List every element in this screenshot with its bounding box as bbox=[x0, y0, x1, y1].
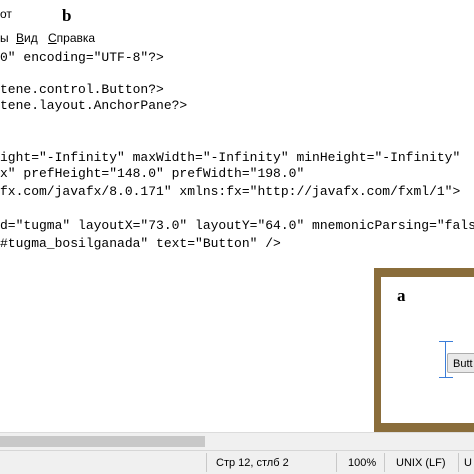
anchor-guide-left bbox=[445, 341, 446, 378]
status-separator bbox=[206, 453, 207, 472]
figure-label-b: b bbox=[62, 6, 72, 25]
horizontal-scrollbar[interactable] bbox=[0, 432, 474, 450]
status-bar: Стр 12, стлб 2 100% UNIX (LF) U bbox=[0, 450, 474, 474]
preview-button[interactable]: Butt bbox=[447, 353, 474, 373]
status-separator bbox=[458, 453, 459, 472]
status-encoding: U bbox=[464, 457, 472, 469]
code-line-1: 0" encoding="UTF-8"?> bbox=[0, 50, 164, 65]
menu-item-view-mnemonic: В bbox=[16, 31, 25, 45]
status-cursor-position: Стр 12, стлб 2 bbox=[216, 457, 289, 469]
window-title: от bbox=[0, 7, 12, 21]
menu-item-help-mnemonic: С bbox=[48, 31, 57, 45]
menu-item-help[interactable]: Справка bbox=[48, 31, 95, 45]
preview-image-frame: Butt bbox=[374, 268, 474, 432]
code-line-9: fx.com/javafx/8.0.171" xmlns:fx="http://… bbox=[0, 184, 461, 199]
code-line-4: tene.layout.AnchorPane?> bbox=[0, 98, 188, 113]
status-line-ending: UNIX (LF) bbox=[396, 457, 446, 469]
preview-anchor-pane: Butt bbox=[381, 277, 474, 423]
status-zoom: 100% bbox=[348, 457, 377, 469]
menu-bar: ы Вид Справка bbox=[0, 28, 474, 46]
status-separator bbox=[336, 453, 337, 472]
figure-label-a: a bbox=[397, 286, 406, 305]
code-line-3: tene.control.Button?> bbox=[0, 82, 164, 97]
menu-item-format-partial[interactable]: ы bbox=[0, 31, 9, 45]
status-separator bbox=[384, 453, 385, 472]
code-line-8: x" prefHeight="148.0" prefWidth="198.0" bbox=[0, 166, 305, 181]
anchor-guide-top bbox=[439, 341, 453, 342]
code-line-12: #tugma_bosilganada" text="Button" /> bbox=[0, 236, 281, 251]
horizontal-scrollbar-thumb[interactable] bbox=[0, 436, 205, 447]
menu-item-view[interactable]: Вид bbox=[16, 31, 38, 45]
menu-item-help-label: правка bbox=[56, 31, 96, 45]
code-line-11: d="tugma" layoutX="73.0" layoutY="64.0" … bbox=[0, 218, 474, 233]
menu-item-view-label: ид bbox=[24, 31, 38, 45]
code-line-7: ight="-Infinity" maxWidth="-Infinity" mi… bbox=[0, 150, 461, 165]
anchor-guide-bottom bbox=[439, 377, 453, 378]
